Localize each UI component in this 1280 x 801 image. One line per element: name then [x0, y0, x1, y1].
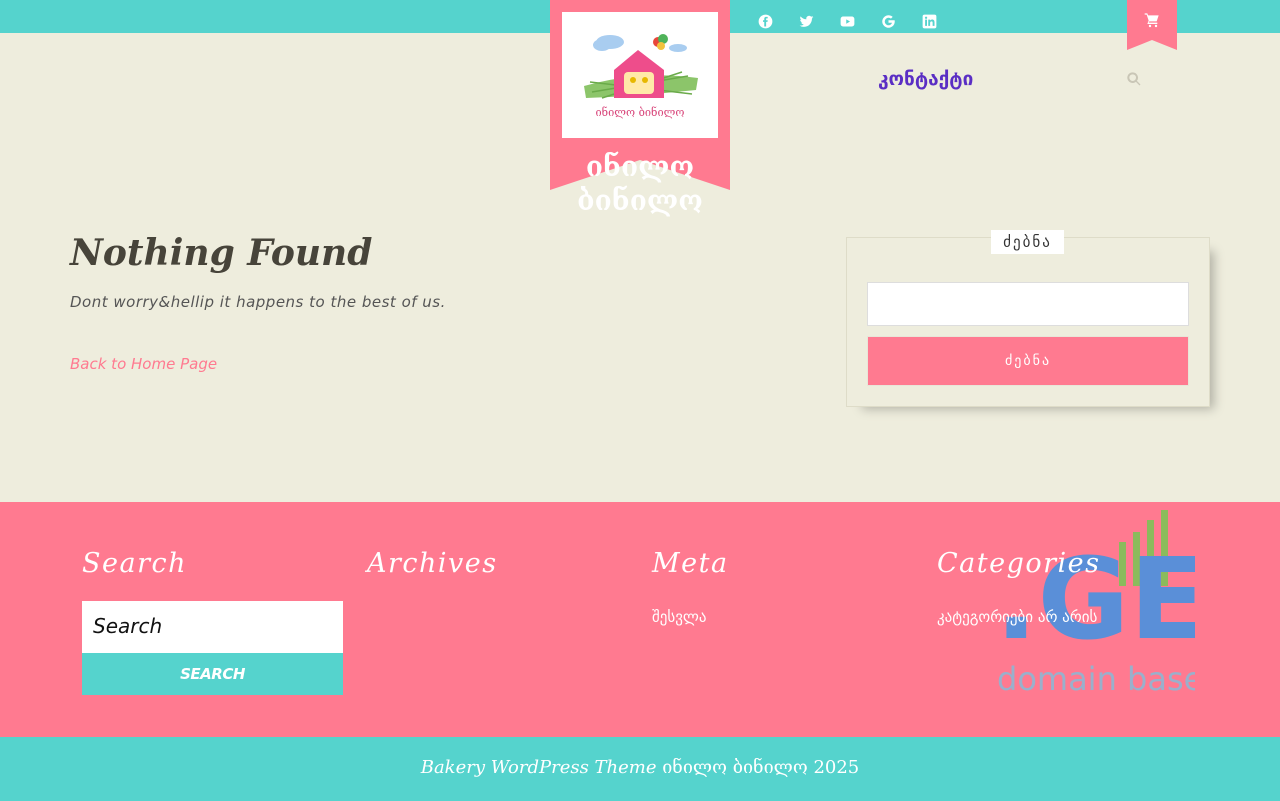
- not-found-message: Dont worry&hellip it happens to the best…: [70, 293, 446, 311]
- search-widget-input[interactable]: [867, 282, 1189, 326]
- footer-meta-heading: Meta: [652, 548, 729, 579]
- footer-search-heading: Search: [82, 548, 187, 579]
- domain-base-watermark: .GE domain base: [995, 508, 1206, 698]
- cart-button[interactable]: [1127, 0, 1177, 50]
- site-title[interactable]: ინილო ბინილო: [550, 150, 730, 218]
- footer-categories-heading: Categories: [937, 548, 1101, 579]
- linkedin-icon[interactable]: [922, 11, 963, 31]
- page-title: Nothing Found: [70, 232, 373, 274]
- copyright-text: ინილო ბინილო 2025: [656, 757, 860, 778]
- copyright: Bakery WordPress Theme ინილო ბინილო 2025: [0, 757, 1280, 778]
- copyright-theme-link[interactable]: Bakery WordPress Theme: [421, 757, 657, 778]
- logo-text: ინილო ბინილო: [596, 106, 685, 119]
- search-widget-button[interactable]: ძებნა: [867, 336, 1189, 386]
- social-links: [758, 11, 963, 31]
- youtube-icon[interactable]: [840, 11, 881, 31]
- back-home-link[interactable]: Back to Home Page: [70, 355, 217, 373]
- google-icon[interactable]: [881, 11, 922, 31]
- search-icon[interactable]: [1126, 71, 1142, 87]
- footer-meta-login-link[interactable]: შესვლა: [652, 608, 707, 626]
- footer-search-input[interactable]: Search: [82, 601, 343, 653]
- site-logo[interactable]: ინილო ბინილო: [562, 12, 718, 138]
- watermark-text: domain base: [997, 660, 1195, 698]
- facebook-icon[interactable]: [758, 11, 799, 31]
- footer-archives-heading: Archives: [367, 548, 498, 579]
- footer-search-button[interactable]: SEARCH: [82, 653, 343, 695]
- twitter-icon[interactable]: [799, 11, 840, 31]
- nav-item-contact[interactable]: კონტაქტი: [878, 68, 973, 90]
- footer-categories-empty: კატეგორიები არ არის: [937, 608, 1098, 626]
- search-widget-title: ძებნა: [991, 230, 1064, 254]
- cart-icon: [1144, 13, 1159, 28]
